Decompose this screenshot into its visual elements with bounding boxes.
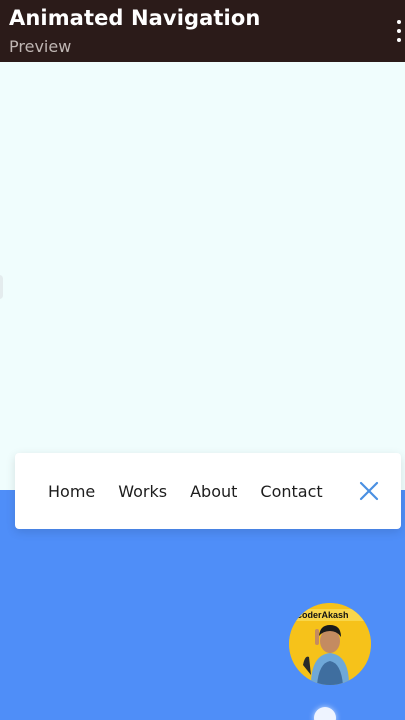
nav-link-contact[interactable]: Contact <box>260 482 322 501</box>
avatar[interactable]: coderAkash <box>289 603 371 685</box>
avatar-label: coderAkash <box>297 610 349 620</box>
preview-page: Animated Navigation Preview Home Works A… <box>0 0 405 720</box>
app-title: Animated Navigation <box>9 6 261 30</box>
side-handle[interactable] <box>0 275 3 299</box>
close-icon-svg <box>359 481 379 501</box>
nav-link-home[interactable]: Home <box>48 482 95 501</box>
nav-links: Home Works About Contact <box>48 453 346 529</box>
nav-link-works[interactable]: Works <box>118 482 167 501</box>
kebab-dot <box>397 29 401 33</box>
kebab-dot <box>397 38 401 42</box>
nav-link-about[interactable]: About <box>190 482 237 501</box>
app-subtitle: Preview <box>9 37 72 56</box>
kebab-menu-icon[interactable] <box>395 20 403 42</box>
app-bar: Animated Navigation Preview <box>0 0 405 62</box>
navigation-card: Home Works About Contact <box>15 453 401 529</box>
close-icon[interactable] <box>358 480 380 502</box>
kebab-dot <box>397 20 401 24</box>
